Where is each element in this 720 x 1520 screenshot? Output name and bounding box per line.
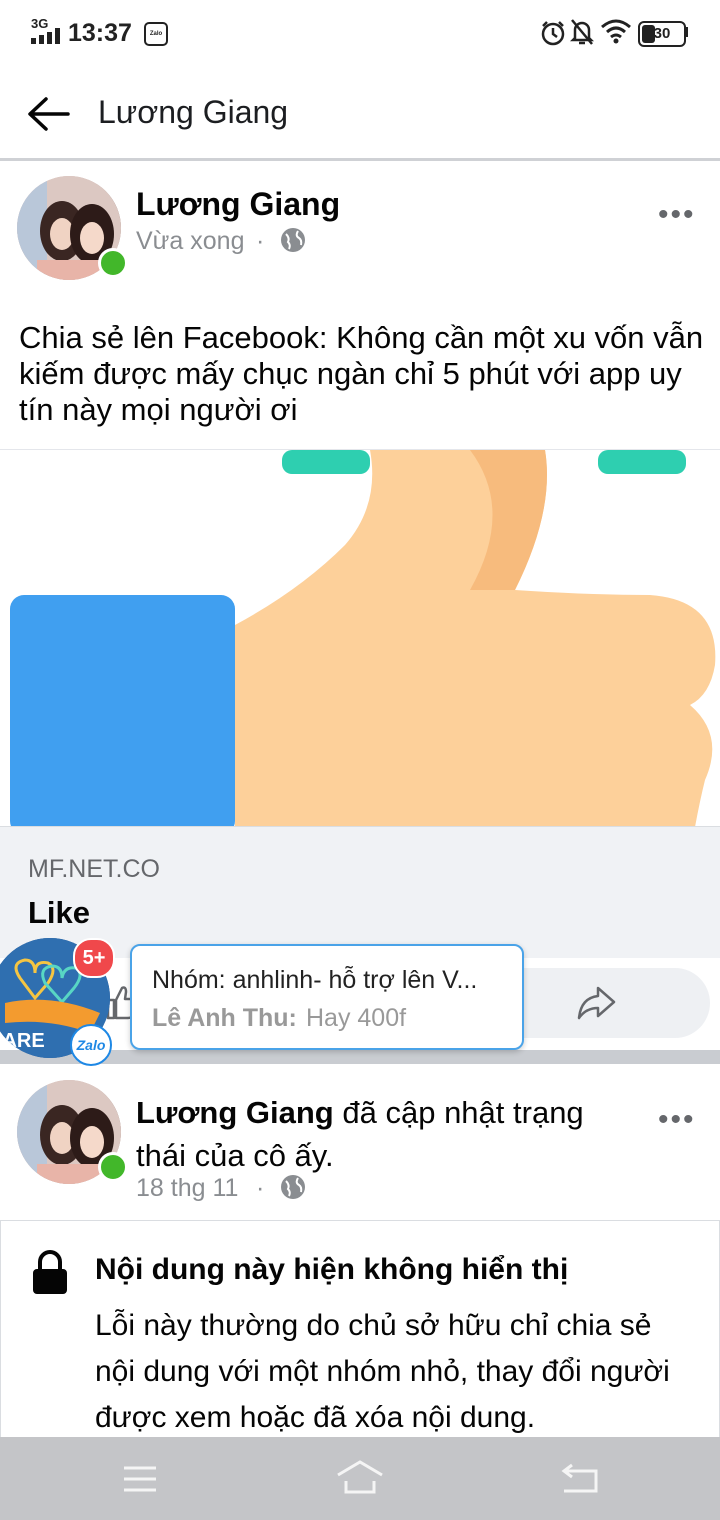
unavailable-content-box: Nội dung này hiện không hiển thị Lỗi này… <box>0 1220 720 1451</box>
back-arrow-icon[interactable] <box>26 96 70 132</box>
mute-bell-icon <box>570 19 594 45</box>
battery-level: 30 <box>653 25 671 42</box>
globe-icon <box>281 228 305 252</box>
chat-head-label: HARE <box>0 1030 45 1052</box>
clock: 13:37 <box>68 19 132 47</box>
notification-title: Nhóm: anhlinh- hỗ trợ lên V... <box>152 966 478 994</box>
post-text: Chia sẻ lên Facebook: Không cần một xu v… <box>19 320 704 427</box>
wifi-icon <box>601 19 631 44</box>
unread-badge: 5+ <box>73 938 115 978</box>
meta-separator: · <box>256 227 265 255</box>
alarm-icon <box>541 21 565 46</box>
link-title: Like <box>28 895 91 930</box>
post-more-options[interactable]: ••• <box>658 198 696 232</box>
zalo-chat-head[interactable]: HARE 5+ Zalo <box>0 938 115 1066</box>
thumbs-up-illustration <box>10 450 716 827</box>
notification-message: Hay 400f <box>306 1004 407 1032</box>
meta-separator: · <box>256 1174 265 1202</box>
share-arrow-icon <box>577 986 616 1020</box>
zalo-notification-icon: Zalo <box>144 22 168 46</box>
link-domain: MF.NET.CO <box>28 855 160 883</box>
post-more-options[interactable]: ••• <box>658 1103 696 1137</box>
unavailable-body: Lỗi này thường do chủ sở hữu chỉ chia sẻ… <box>95 1309 670 1434</box>
post-time[interactable]: Vừa xong <box>136 227 244 256</box>
chat-notification-card[interactable]: Nhóm: anhlinh- hỗ trợ lên V... Lê Anh Th… <box>130 944 524 1050</box>
zalo-logo-icon: Zalo <box>70 1024 112 1066</box>
post-time[interactable]: 18 thg 11 <box>136 1174 238 1203</box>
unavailable-title: Nội dung này hiện không hiển thị <box>95 1253 569 1286</box>
post-author[interactable]: Lương Giang <box>136 1095 334 1130</box>
system-navigation-bar <box>0 1437 720 1520</box>
post-header-line: Lương Giang đã cập nhật trạng thái của c… <box>136 1091 636 1177</box>
battery-tip <box>685 27 688 37</box>
online-status-dot <box>98 1152 128 1182</box>
home-icon[interactable] <box>336 1459 384 1495</box>
notification-sender: Lê Anh Thu: <box>152 1004 297 1032</box>
status-bar: 3G 13:37 Zalo 30 <box>0 0 720 66</box>
back-nav-icon[interactable] <box>560 1463 600 1495</box>
lock-icon <box>33 1250 67 1294</box>
globe-icon <box>281 1175 305 1199</box>
menu-icon[interactable] <box>122 1465 158 1493</box>
app-bar: Lương Giang <box>0 66 720 161</box>
page-title: Lương Giang <box>98 94 289 130</box>
online-status-dot <box>98 248 128 278</box>
link-preview-image[interactable] <box>0 449 720 827</box>
battery-icon: 30 <box>638 21 686 47</box>
post-author[interactable]: Lương Giang <box>136 186 340 223</box>
signal-icon <box>31 28 60 44</box>
